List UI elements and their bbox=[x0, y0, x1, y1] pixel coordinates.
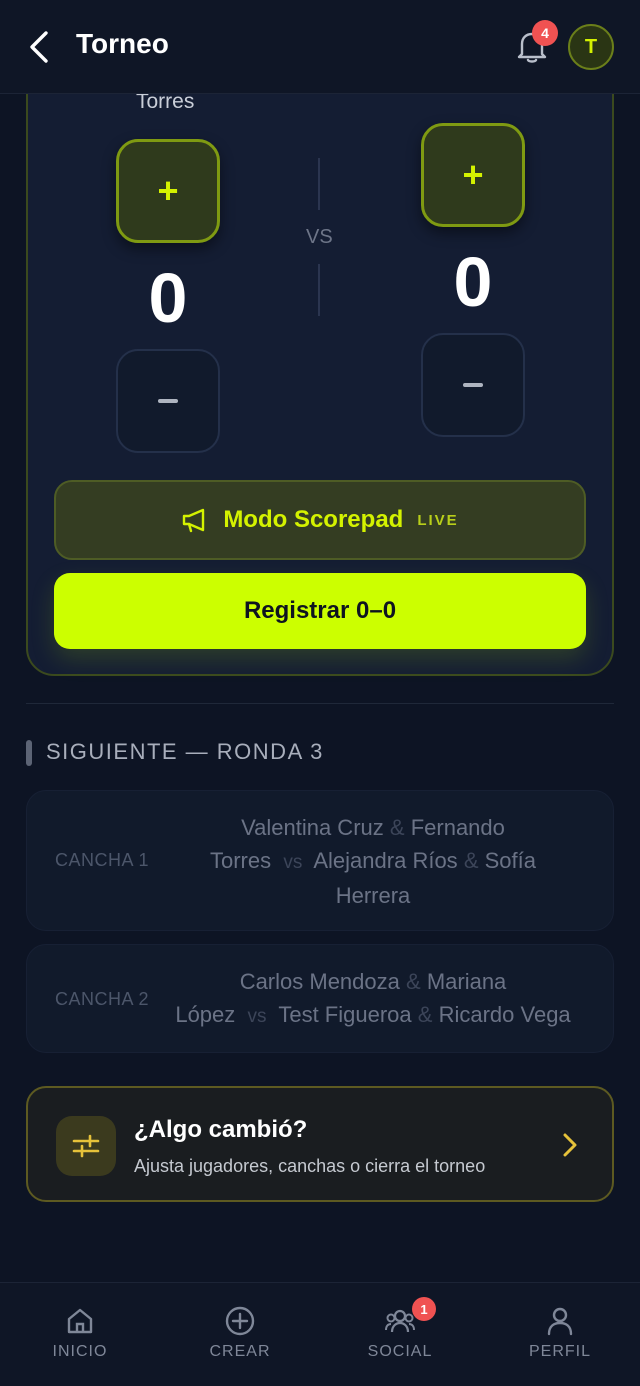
nav-item-social[interactable]: 1 SOCIAL bbox=[320, 1283, 480, 1386]
modo-scorepad-label: Modo Scorepad bbox=[223, 506, 404, 533]
section-accent-bar bbox=[26, 740, 32, 766]
match-players: Valentina Cruz & Fernando Torres vs Alej… bbox=[177, 811, 569, 912]
nav-label: INICIO bbox=[52, 1343, 108, 1360]
minus-icon bbox=[463, 383, 483, 387]
home-icon bbox=[67, 1308, 93, 1334]
player-name: Valentina Cruz bbox=[241, 815, 384, 840]
nav-label: PERFIL bbox=[528, 1343, 591, 1360]
person-icon bbox=[547, 1307, 573, 1336]
nav-item-inicio[interactable]: INICIO bbox=[0, 1283, 160, 1386]
vs-divider-top bbox=[318, 158, 320, 210]
match-players: Carlos Mendoza & Mariana López vs Test F… bbox=[157, 965, 589, 1033]
app-header: Torneo 4 T bbox=[0, 0, 640, 94]
player-name: Mariana bbox=[426, 969, 507, 994]
player-name: Fernando bbox=[410, 815, 505, 840]
amp-separator: & bbox=[417, 1002, 433, 1027]
info-card-subtitle: Ajusta jugadores, canchas o cierra el to… bbox=[134, 1156, 486, 1176]
plus-icon: + bbox=[157, 170, 179, 211]
court-label: CANCHA 2 bbox=[55, 989, 150, 1009]
back-arrow-icon[interactable] bbox=[26, 30, 56, 64]
nav-label: CREAR bbox=[209, 1343, 271, 1360]
page-title: Torneo bbox=[76, 28, 169, 59]
team-b-decrement-button[interactable] bbox=[421, 333, 525, 437]
info-card-title: ¿Algo cambió? bbox=[134, 1116, 308, 1143]
chevron-right-icon bbox=[563, 1133, 577, 1157]
team-a-decrement-button[interactable] bbox=[116, 349, 220, 453]
player-name: Sofía bbox=[484, 848, 536, 873]
section-title: SIGUIENTE — RONDA 3 bbox=[46, 739, 324, 764]
vs-separator: vs bbox=[283, 852, 303, 873]
nav-label: SOCIAL bbox=[367, 1343, 433, 1360]
nav-item-crear[interactable]: CREAR bbox=[160, 1283, 320, 1386]
live-badge: LIVE bbox=[417, 511, 459, 529]
team-a-score: 0 bbox=[148, 259, 188, 337]
sliders-icon bbox=[56, 1116, 116, 1176]
team-a-increment-button[interactable]: + bbox=[116, 139, 220, 243]
vs-separator: vs bbox=[247, 1006, 267, 1027]
team-b-increment-button[interactable]: + bbox=[421, 123, 525, 227]
match-card-1[interactable]: CANCHA 1 Valentina Cruz & Fernando Torre… bbox=[26, 790, 614, 931]
vs-divider-bottom bbox=[318, 264, 320, 316]
amp-separator: & bbox=[463, 848, 479, 873]
player-name: López bbox=[175, 1002, 236, 1027]
nav-item-perfil[interactable]: PERFIL bbox=[480, 1283, 640, 1386]
bottom-navigation: INICIO CREAR 1 SOCIAL PERFIL bbox=[0, 1282, 640, 1386]
player-name: Carlos Mendoza bbox=[239, 969, 400, 994]
megaphone-icon bbox=[183, 508, 205, 533]
plus-circle-icon bbox=[225, 1306, 255, 1336]
player-name: Herrera bbox=[335, 883, 411, 908]
vs-label: VS bbox=[306, 226, 333, 248]
player-name: Alejandra Ríos bbox=[313, 848, 458, 873]
player-name: Test Figueroa bbox=[278, 1002, 412, 1027]
notification-badge: 4 bbox=[532, 20, 558, 46]
social-badge: 1 bbox=[412, 1297, 436, 1321]
tournament-settings-card[interactable]: ¿Algo cambió? Ajusta jugadores, canchas … bbox=[26, 1086, 614, 1202]
amp-separator: & bbox=[389, 815, 405, 840]
team-b-score: 0 bbox=[453, 243, 493, 321]
amp-separator: & bbox=[406, 969, 421, 994]
match-card-2[interactable]: CANCHA 2 Carlos Mendoza & Mariana López … bbox=[26, 944, 614, 1053]
modo-scorepad-button[interactable]: Modo Scorepad LIVE bbox=[54, 480, 586, 560]
avatar[interactable]: T bbox=[568, 24, 614, 70]
register-score-button[interactable]: Registrar 0–0 bbox=[54, 573, 586, 649]
minus-icon bbox=[158, 399, 178, 403]
player-name: Ricardo Vega bbox=[438, 1002, 571, 1027]
court-label: CANCHA 1 bbox=[55, 850, 150, 870]
section-divider bbox=[26, 703, 614, 704]
player-name: Torres bbox=[210, 848, 272, 873]
plus-icon: + bbox=[462, 154, 484, 195]
